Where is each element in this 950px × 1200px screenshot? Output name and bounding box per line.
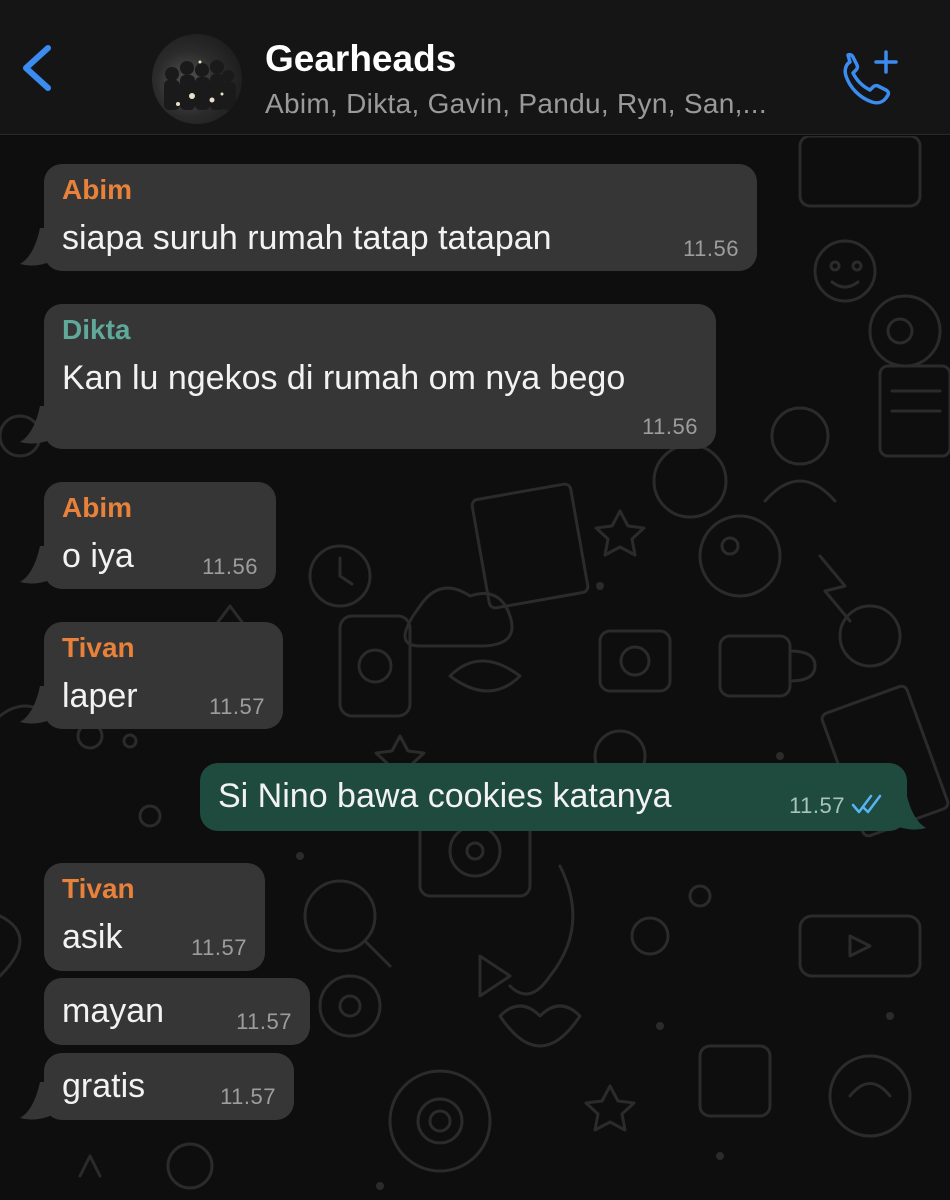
group-avatar[interactable] [152,34,242,124]
chat-header: Gearheads Abim, Dikta, Gavin, Pandu, Ryn… [0,0,950,135]
add-call-icon [843,50,898,105]
sender-name[interactable]: Dikta [62,314,130,346]
message-text: Si Nino bawa cookies katanya [218,777,672,815]
message-time: 11.57 [191,935,247,960]
sender-name[interactable]: Abim [62,492,132,524]
message-time: 11.57 [789,793,845,818]
message-list[interactable]: Abim siapa suruh rumah tatap tatapan 11.… [0,136,950,1200]
add-call-button[interactable] [836,48,904,110]
message-time: 11.57 [220,1084,276,1109]
message-bubble[interactable]: Tivan asik 11.57 [44,863,265,971]
sender-name[interactable]: Tivan [62,632,135,664]
message-bubble[interactable]: Abim o iya 11.56 [44,482,276,589]
chevron-left-icon [23,45,51,91]
message-bubble-outgoing[interactable]: Si Nino bawa cookies katanya 11.57 [200,763,907,831]
message-bubble[interactable]: mayan 11.57 [44,978,310,1045]
message-text: laper [62,677,138,715]
sender-name[interactable]: Tivan [62,873,135,905]
message-text: siapa suruh rumah tatap tatapan [62,219,552,257]
back-button[interactable] [14,42,66,94]
message-bubble[interactable]: Dikta Kan lu ngekos di rumah om nya bego… [44,304,716,449]
message-text: o iya [62,537,134,575]
message-bubble[interactable]: Tivan laper 11.57 [44,622,283,729]
message-bubble[interactable]: Abim siapa suruh rumah tatap tatapan 11.… [44,164,757,271]
group-photo [164,60,236,110]
message-text: asik [62,918,123,956]
message-time: 11.56 [642,414,698,439]
sender-name[interactable]: Abim [62,174,132,206]
group-title[interactable]: Gearheads [265,38,456,80]
message-time: 11.56 [683,236,739,261]
message-bubble[interactable]: gratis 11.57 [44,1053,294,1120]
message-time: 11.57 [209,694,265,719]
message-text: Kan lu ngekos di rumah om nya bego [62,359,626,397]
message-time: 11.56 [202,554,258,579]
read-receipt-icon [851,794,882,814]
message-text: mayan [62,992,165,1030]
message-time: 11.57 [236,1009,292,1034]
group-members[interactable]: Abim, Dikta, Gavin, Pandu, Ryn, San,... [265,88,767,120]
message-text: gratis [62,1067,146,1105]
